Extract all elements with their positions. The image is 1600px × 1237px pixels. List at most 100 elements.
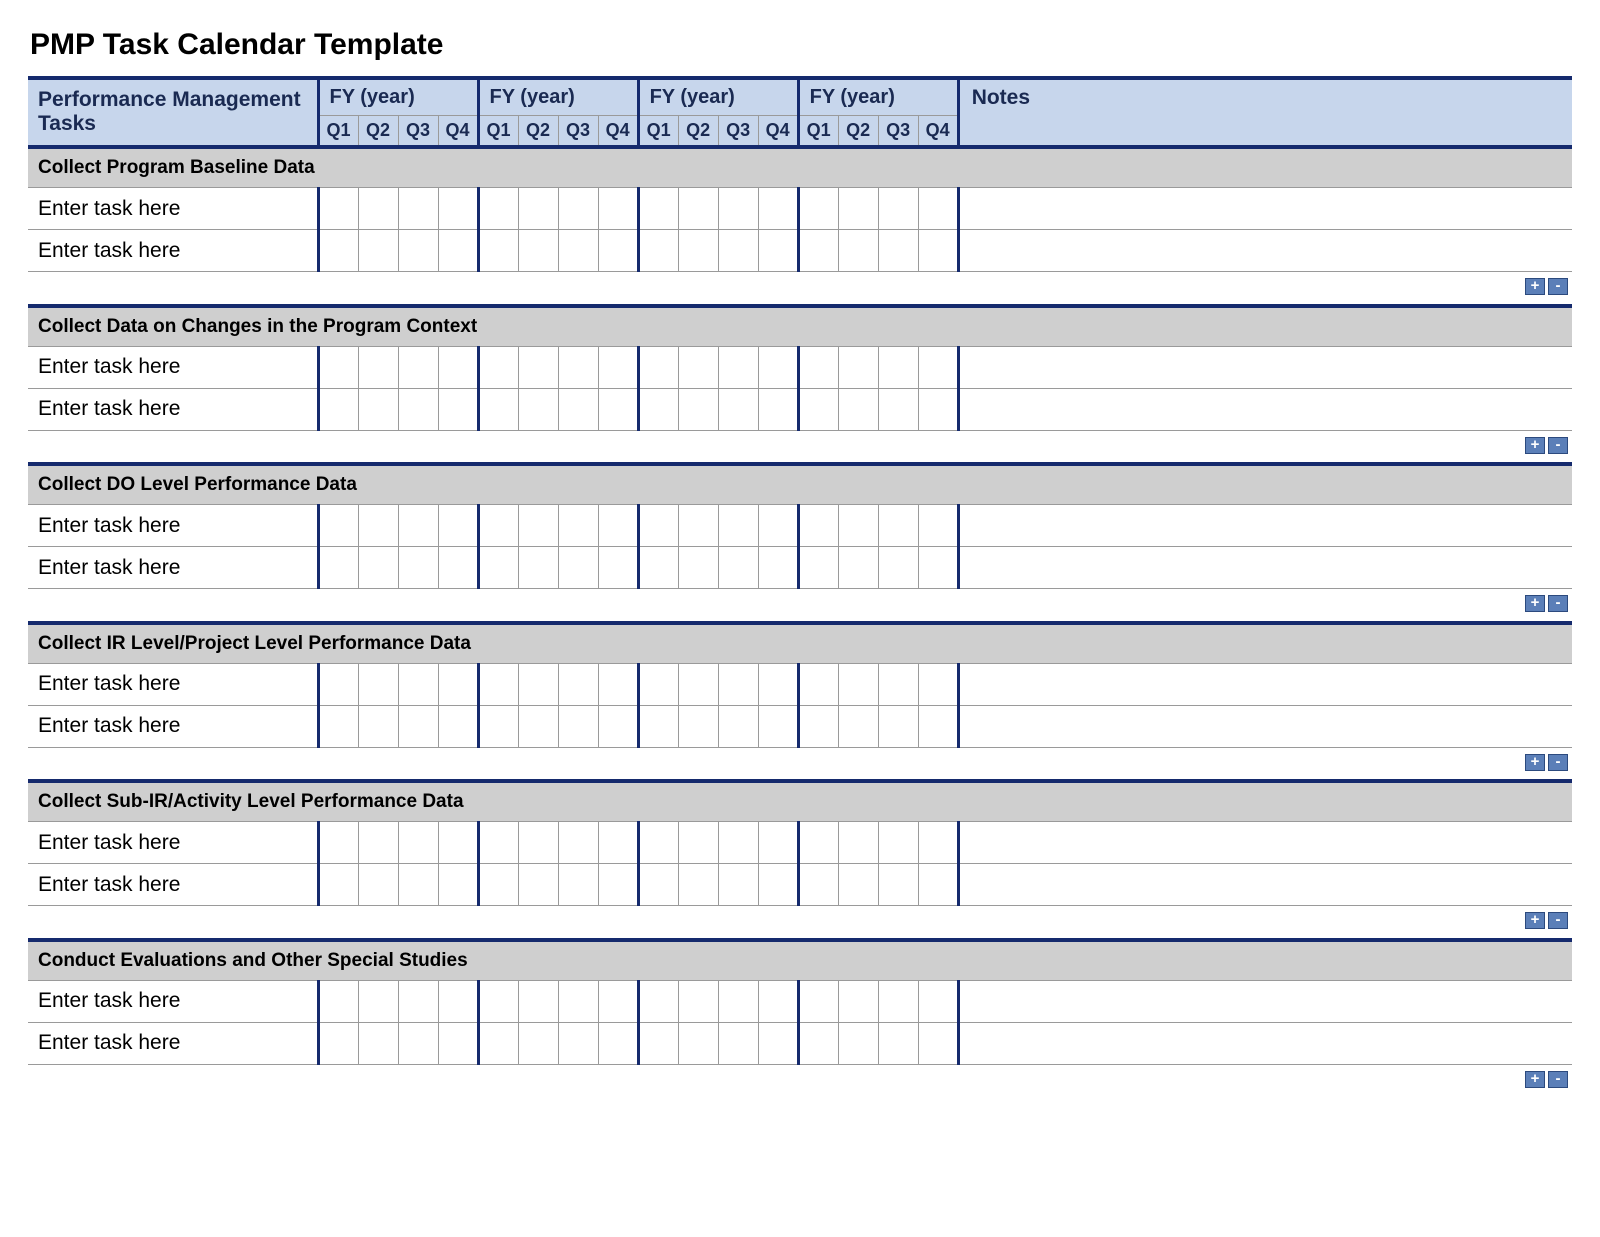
quarter-cell[interactable] <box>518 346 558 388</box>
quarter-cell[interactable] <box>838 980 878 1022</box>
quarter-cell[interactable] <box>518 1022 558 1064</box>
quarter-cell[interactable] <box>838 663 878 705</box>
quarter-cell[interactable] <box>918 346 958 388</box>
quarter-cell[interactable] <box>558 346 598 388</box>
quarter-cell[interactable] <box>518 822 558 864</box>
quarter-cell[interactable] <box>878 980 918 1022</box>
quarter-cell[interactable] <box>918 188 958 230</box>
quarter-cell[interactable] <box>918 547 958 589</box>
quarter-cell[interactable] <box>878 663 918 705</box>
quarter-cell[interactable] <box>558 388 598 430</box>
quarter-cell[interactable] <box>438 663 478 705</box>
notes-cell[interactable] <box>958 1022 1572 1064</box>
notes-cell[interactable] <box>958 705 1572 747</box>
quarter-cell[interactable] <box>598 1022 638 1064</box>
quarter-cell[interactable] <box>878 505 918 547</box>
quarter-cell[interactable] <box>678 864 718 906</box>
quarter-cell[interactable] <box>598 188 638 230</box>
quarter-cell[interactable] <box>718 822 758 864</box>
quarter-cell[interactable] <box>878 346 918 388</box>
quarter-cell[interactable] <box>758 822 798 864</box>
task-name-cell[interactable]: Enter task here <box>28 505 318 547</box>
quarter-cell[interactable] <box>478 1022 518 1064</box>
quarter-cell[interactable] <box>878 188 918 230</box>
task-name-cell[interactable]: Enter task here <box>28 388 318 430</box>
task-name-cell[interactable]: Enter task here <box>28 864 318 906</box>
quarter-cell[interactable] <box>758 188 798 230</box>
quarter-cell[interactable] <box>598 346 638 388</box>
notes-cell[interactable] <box>958 980 1572 1022</box>
quarter-cell[interactable] <box>358 388 398 430</box>
quarter-cell[interactable] <box>438 346 478 388</box>
quarter-cell[interactable] <box>918 864 958 906</box>
quarter-cell[interactable] <box>798 388 838 430</box>
quarter-cell[interactable] <box>558 980 598 1022</box>
quarter-cell[interactable] <box>358 230 398 272</box>
quarter-cell[interactable] <box>358 663 398 705</box>
quarter-cell[interactable] <box>838 864 878 906</box>
quarter-cell[interactable] <box>398 822 438 864</box>
quarter-cell[interactable] <box>798 547 838 589</box>
task-name-cell[interactable]: Enter task here <box>28 188 318 230</box>
quarter-cell[interactable] <box>678 346 718 388</box>
quarter-cell[interactable] <box>838 547 878 589</box>
quarter-cell[interactable] <box>398 346 438 388</box>
quarter-cell[interactable] <box>558 864 598 906</box>
quarter-cell[interactable] <box>518 230 558 272</box>
task-name-cell[interactable]: Enter task here <box>28 822 318 864</box>
quarter-cell[interactable] <box>638 980 678 1022</box>
quarter-cell[interactable] <box>478 705 518 747</box>
quarter-cell[interactable] <box>638 663 678 705</box>
quarter-cell[interactable] <box>638 188 678 230</box>
quarter-cell[interactable] <box>678 822 718 864</box>
task-name-cell[interactable]: Enter task here <box>28 547 318 589</box>
quarter-cell[interactable] <box>758 547 798 589</box>
quarter-cell[interactable] <box>358 547 398 589</box>
quarter-cell[interactable] <box>598 230 638 272</box>
quarter-cell[interactable] <box>518 663 558 705</box>
quarter-cell[interactable] <box>638 505 678 547</box>
quarter-cell[interactable] <box>678 188 718 230</box>
quarter-cell[interactable] <box>438 822 478 864</box>
notes-cell[interactable] <box>958 505 1572 547</box>
quarter-cell[interactable] <box>438 1022 478 1064</box>
quarter-cell[interactable] <box>758 980 798 1022</box>
add-row-button[interactable]: + <box>1525 595 1545 612</box>
quarter-cell[interactable] <box>918 230 958 272</box>
quarter-cell[interactable] <box>318 705 358 747</box>
remove-row-button[interactable]: - <box>1548 912 1568 929</box>
quarter-cell[interactable] <box>678 230 718 272</box>
quarter-cell[interactable] <box>318 1022 358 1064</box>
quarter-cell[interactable] <box>638 864 678 906</box>
quarter-cell[interactable] <box>358 1022 398 1064</box>
quarter-cell[interactable] <box>558 230 598 272</box>
quarter-cell[interactable] <box>798 822 838 864</box>
remove-row-button[interactable]: - <box>1548 278 1568 295</box>
quarter-cell[interactable] <box>878 547 918 589</box>
quarter-cell[interactable] <box>838 505 878 547</box>
quarter-cell[interactable] <box>478 663 518 705</box>
quarter-cell[interactable] <box>558 1022 598 1064</box>
quarter-cell[interactable] <box>758 864 798 906</box>
quarter-cell[interactable] <box>718 663 758 705</box>
quarter-cell[interactable] <box>758 505 798 547</box>
quarter-cell[interactable] <box>678 388 718 430</box>
quarter-cell[interactable] <box>438 705 478 747</box>
quarter-cell[interactable] <box>918 1022 958 1064</box>
quarter-cell[interactable] <box>598 822 638 864</box>
quarter-cell[interactable] <box>638 547 678 589</box>
remove-row-button[interactable]: - <box>1548 595 1568 612</box>
quarter-cell[interactable] <box>878 822 918 864</box>
quarter-cell[interactable] <box>758 1022 798 1064</box>
quarter-cell[interactable] <box>718 505 758 547</box>
notes-cell[interactable] <box>958 346 1572 388</box>
quarter-cell[interactable] <box>398 864 438 906</box>
quarter-cell[interactable] <box>838 188 878 230</box>
quarter-cell[interactable] <box>318 864 358 906</box>
quarter-cell[interactable] <box>878 864 918 906</box>
quarter-cell[interactable] <box>678 505 718 547</box>
notes-cell[interactable] <box>958 663 1572 705</box>
remove-row-button[interactable]: - <box>1548 437 1568 454</box>
task-name-cell[interactable]: Enter task here <box>28 980 318 1022</box>
quarter-cell[interactable] <box>358 705 398 747</box>
